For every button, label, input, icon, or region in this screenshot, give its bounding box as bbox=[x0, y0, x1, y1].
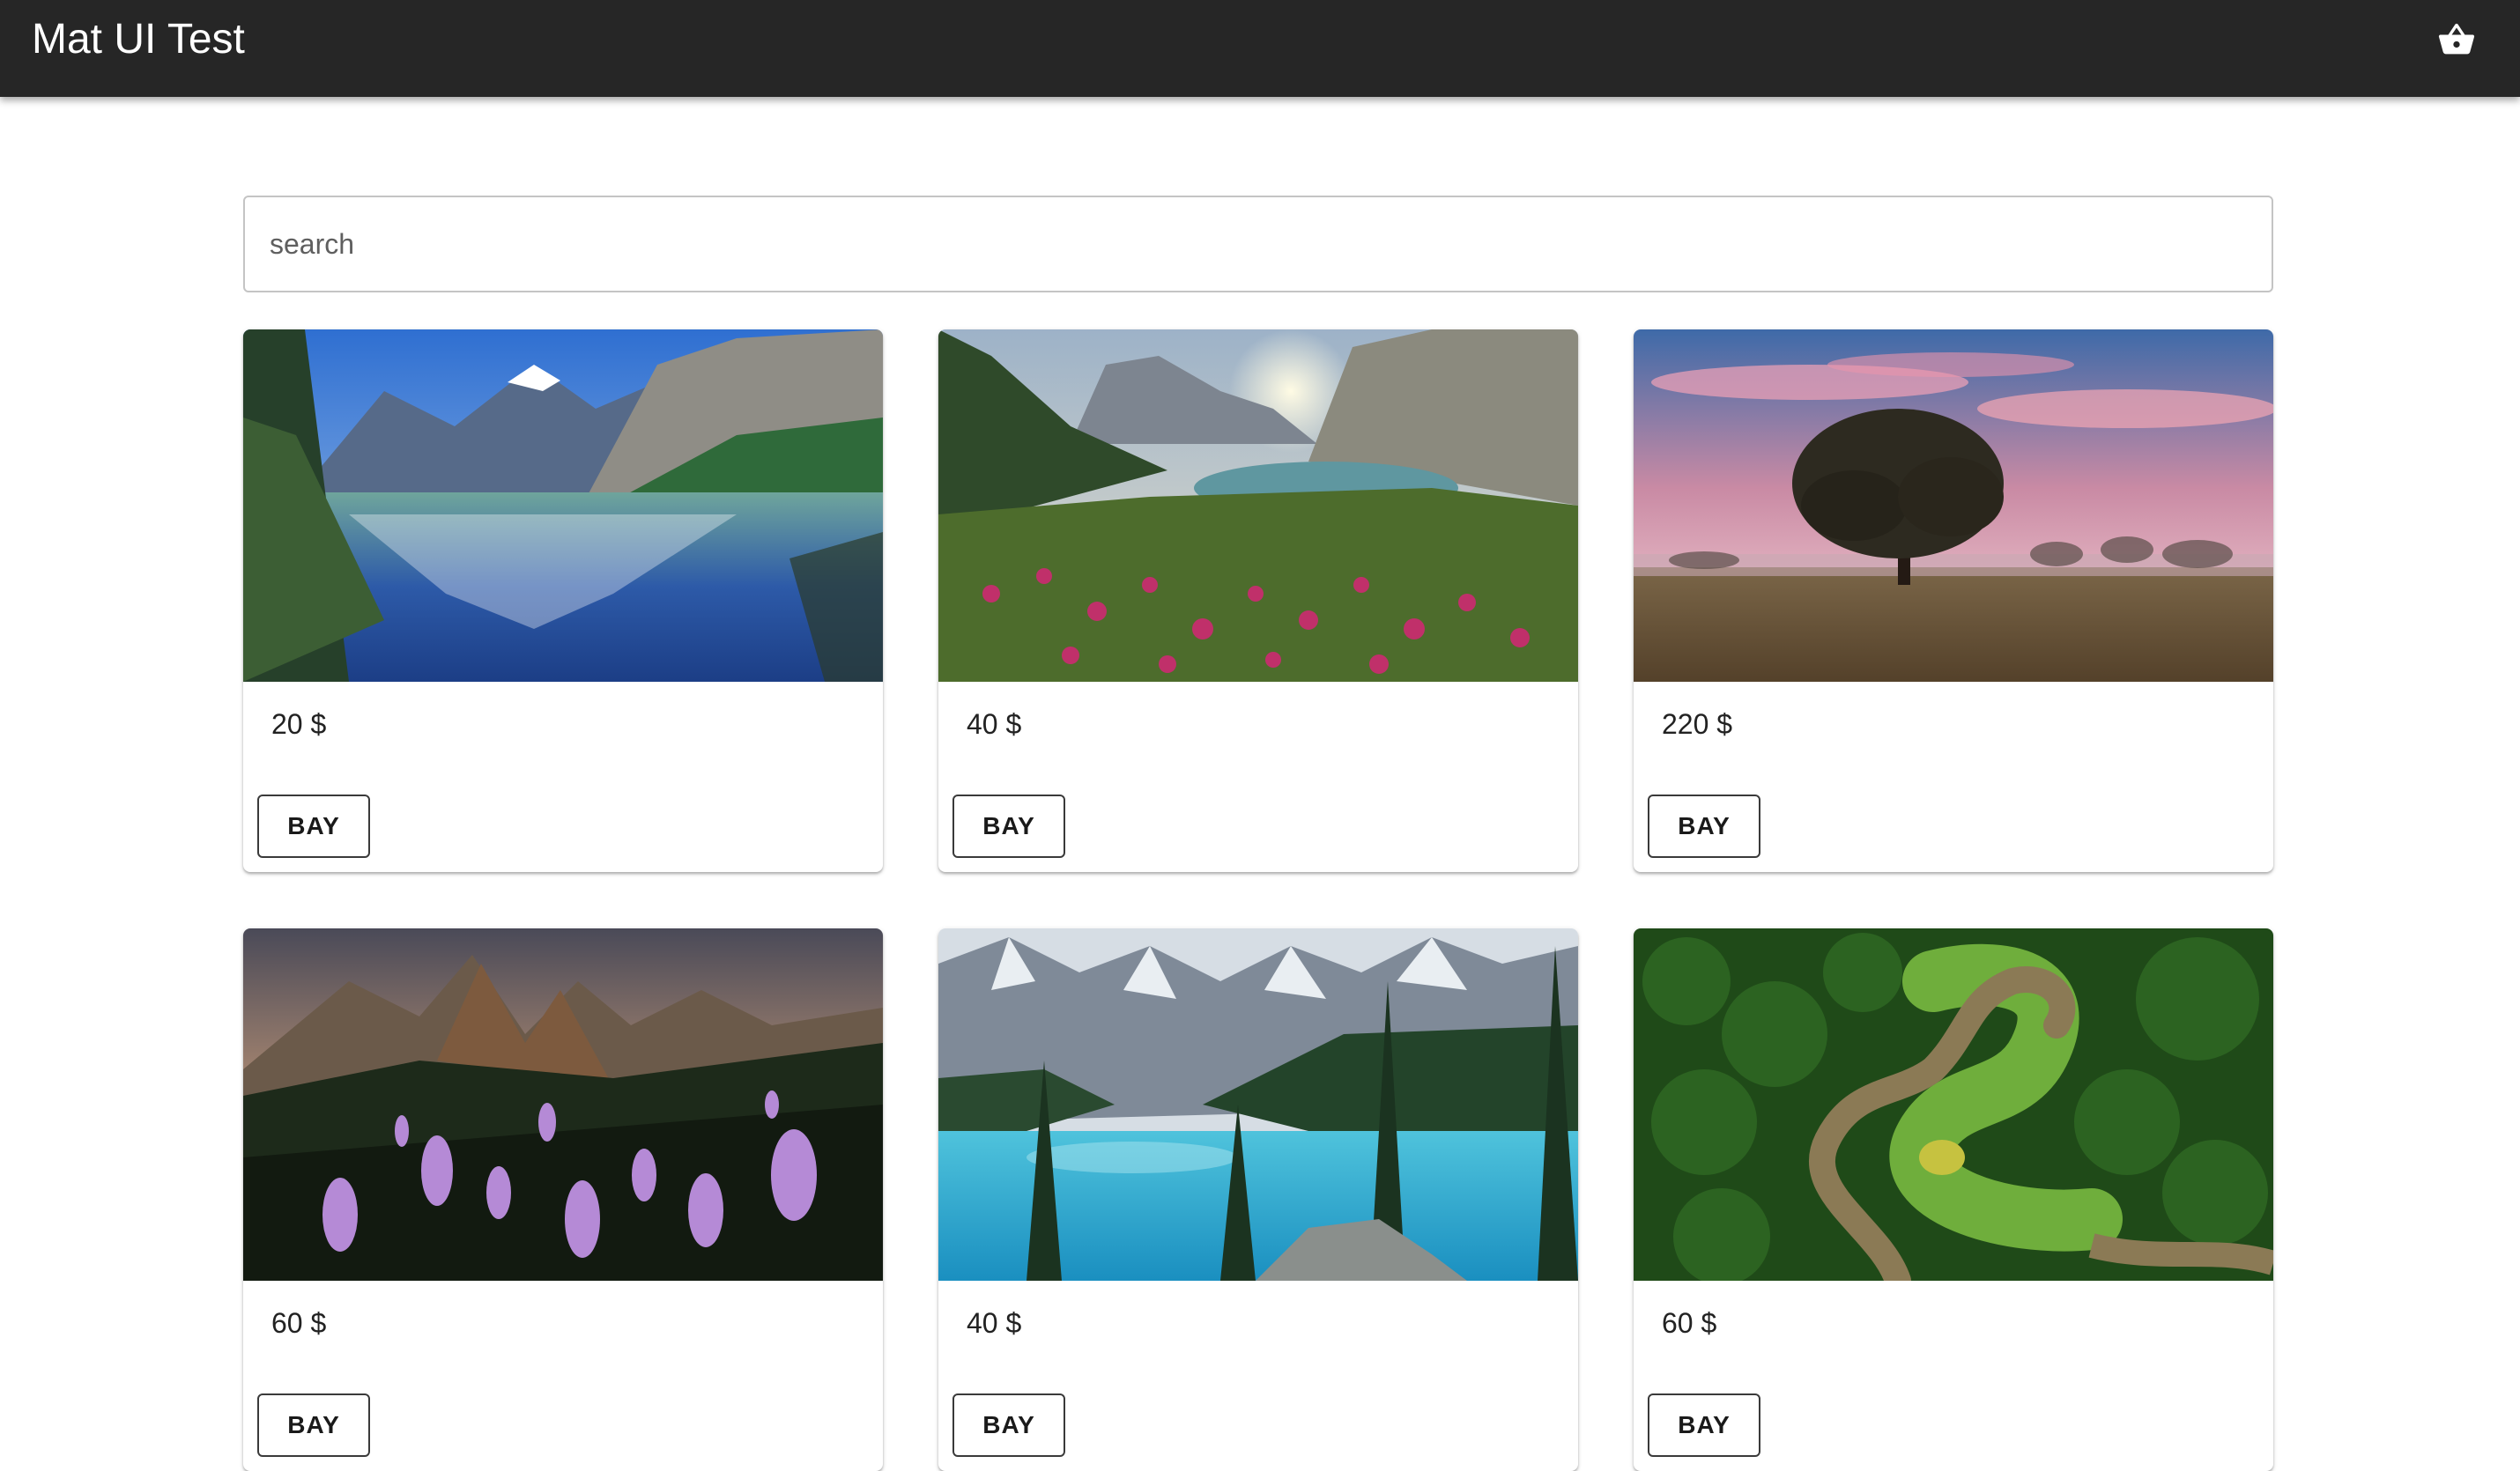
cart-button[interactable] bbox=[2425, 11, 2488, 69]
product-price: 40 $ bbox=[967, 1307, 1022, 1339]
buy-button[interactable]: BAY bbox=[952, 795, 1065, 858]
product-card: 20 $ BAY bbox=[243, 329, 883, 872]
app-bar: Mat UI Test bbox=[0, 0, 2520, 97]
product-grid: 20 $ BAY 40 $ BAY 220 $ BAY 60 $ BAY 40 … bbox=[243, 329, 2273, 1471]
buy-button[interactable]: BAY bbox=[952, 1393, 1065, 1457]
buy-button[interactable]: BAY bbox=[257, 795, 370, 858]
product-image-wildflowers bbox=[243, 928, 883, 1281]
product-price: 220 $ bbox=[1662, 708, 1733, 740]
product-image-lone-tree bbox=[1634, 329, 2273, 682]
product-card: 60 $ BAY bbox=[243, 928, 883, 1471]
buy-button[interactable]: BAY bbox=[257, 1393, 370, 1457]
product-price: 20 $ bbox=[271, 708, 327, 740]
search-input[interactable] bbox=[245, 197, 2272, 291]
product-card: 60 $ BAY bbox=[1634, 928, 2273, 1471]
product-card: 220 $ BAY bbox=[1634, 329, 2273, 872]
product-card: 40 $ BAY bbox=[938, 928, 1578, 1471]
product-price: 40 $ bbox=[967, 708, 1022, 740]
product-price: 60 $ bbox=[271, 1307, 327, 1339]
product-image-alpine-sunrise bbox=[938, 329, 1578, 682]
app-title: Mat UI Test bbox=[32, 16, 245, 63]
buy-button[interactable]: BAY bbox=[1648, 1393, 1760, 1457]
search-field[interactable] bbox=[243, 196, 2273, 292]
product-image-turquoise-lake bbox=[938, 928, 1578, 1281]
buy-button[interactable]: BAY bbox=[1648, 795, 1760, 858]
shopping-basket-icon bbox=[2438, 23, 2475, 55]
product-price: 60 $ bbox=[1662, 1307, 1717, 1339]
product-image-river-bend bbox=[1634, 928, 2273, 1281]
product-image-mountain-lake bbox=[243, 329, 883, 682]
product-card: 40 $ BAY bbox=[938, 329, 1578, 872]
